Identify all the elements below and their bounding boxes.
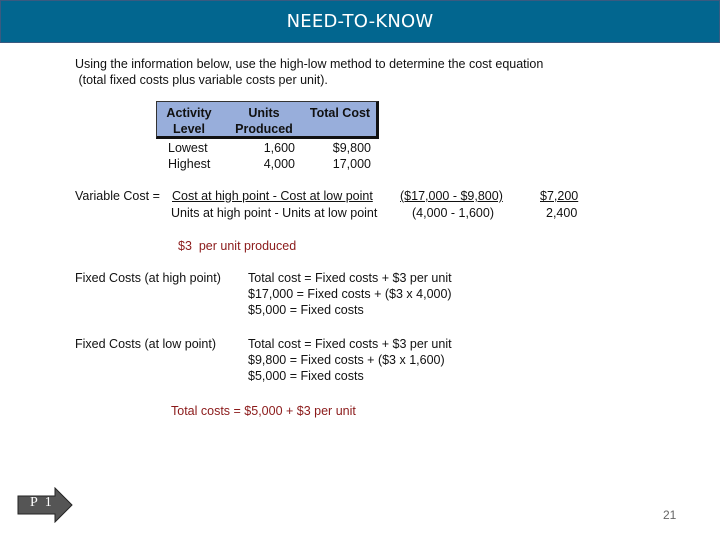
header-banner: NEED-TO-KNOW (0, 0, 720, 43)
result-numerator: $7,200 (540, 189, 579, 203)
cell-level: Lowest (168, 141, 208, 155)
variable-cost-label: Variable Cost = (75, 189, 160, 203)
column-header-units-produced: Units Produced (235, 106, 293, 136)
cell-cost: 17,000 (332, 157, 371, 171)
variable-cost-result: $3 per unit produced (178, 239, 297, 253)
page-number: 21 (663, 508, 677, 522)
page-title: NEED-TO-KNOW (286, 11, 434, 32)
column-header-total-cost: Total Cost (309, 106, 371, 120)
values-denominator: (4,000 - 1,600) (412, 206, 494, 220)
cell-units: 1,600 (263, 141, 295, 155)
fixed-costs-high-line: $17,000 = Fixed costs + ($3 x 4,000) (248, 287, 452, 301)
cell-units: 4,000 (263, 157, 295, 171)
formula-denominator: Units at high point - Units at low point (171, 206, 378, 220)
cell-cost: $9,800 (332, 141, 371, 155)
instructions: Using the information below, use the hig… (75, 56, 543, 88)
formula-numerator: Cost at high point - Cost at low point (172, 189, 373, 203)
total-costs-equation: Total costs = $5,000 + $3 per unit (171, 404, 356, 418)
instructions-line-1: Using the information below, use the hig… (75, 57, 544, 71)
instructions-line-2: (total fixed costs plus variable costs p… (75, 73, 328, 87)
column-header-activity-level: Activity Level (166, 106, 212, 136)
fixed-costs-high-label: Fixed Costs (at high point) (75, 271, 221, 285)
fixed-costs-high-line: Total cost = Fixed costs + $3 per unit (248, 271, 452, 285)
fixed-costs-low-line: $5,000 = Fixed costs (248, 369, 364, 383)
table-header: Activity Level Units Produced Total Cost (156, 101, 379, 139)
result-denominator: 2,400 (546, 206, 578, 220)
fixed-costs-low-label: Fixed Costs (at low point) (75, 337, 217, 351)
fixed-costs-low-line: $9,800 = Fixed costs + ($3 x 1,600) (248, 353, 445, 367)
fixed-costs-high-line: $5,000 = Fixed costs (248, 303, 364, 317)
next-arrow-button-label[interactable]: P 1 (30, 495, 54, 511)
values-numerator: ($17,000 - $9,800) (400, 189, 503, 203)
cell-level: Highest (168, 157, 211, 171)
fixed-costs-low-line: Total cost = Fixed costs + $3 per unit (248, 337, 452, 351)
